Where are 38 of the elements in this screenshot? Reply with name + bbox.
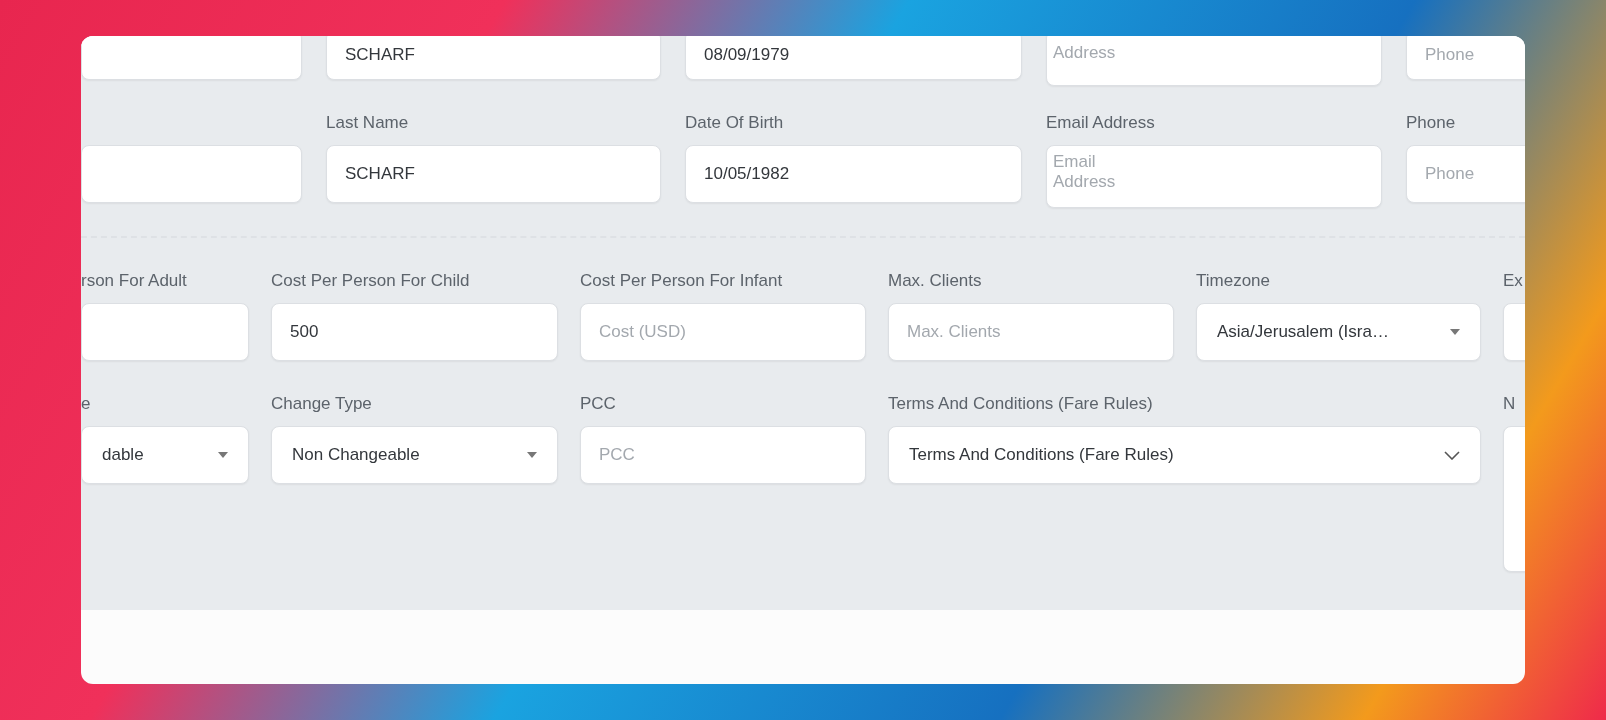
field-label: rson For Adult [81, 270, 188, 292]
chevron-icon [1444, 450, 1460, 460]
input-field[interactable]: 10/05/1982 [685, 145, 1022, 203]
field-label: Phone [1406, 112, 1457, 134]
select-field[interactable]: Asia/Jerusalem (Isra… [1196, 303, 1481, 361]
input-field[interactable]: Max. Clients [888, 303, 1174, 361]
input-field[interactable]: Email Address [1046, 145, 1382, 208]
field-label: Date Of Birth [685, 112, 785, 134]
field-label: e [81, 393, 92, 415]
input-field[interactable]: Address [1046, 36, 1382, 86]
input-field[interactable]: 08/09/1979 [685, 36, 1022, 80]
select-field[interactable]: Terms And Conditions (Fare Rules) [888, 426, 1481, 484]
select-field[interactable]: dable [81, 426, 249, 484]
field-label: N [1503, 393, 1517, 415]
caret-icon [527, 452, 537, 458]
input-field[interactable] [81, 145, 302, 203]
select-field[interactable]: Non Changeable [271, 426, 558, 484]
field-label: Email Address [1046, 112, 1156, 134]
input-field[interactable]: 500 [271, 303, 558, 361]
input-field[interactable]: Phone [1406, 36, 1525, 80]
input-field[interactable] [81, 303, 249, 361]
field-label: Cost Per Person For Infant [580, 270, 784, 292]
input-field[interactable]: SCHARF [326, 36, 661, 80]
caret-icon [1450, 329, 1460, 335]
input-field[interactable]: Cost (USD) [580, 303, 866, 361]
field-label: Last Name [326, 112, 410, 134]
field-label: PCC [580, 393, 617, 415]
field-label: Cost Per Person For Child [271, 270, 471, 292]
input-field[interactable]: Phone [1406, 145, 1525, 203]
input-field[interactable]: PCC [580, 426, 866, 484]
field-label: Change Type [271, 393, 373, 415]
field-label: Timezone [1196, 270, 1271, 292]
field-label: Terms And Conditions (Fare Rules) [888, 393, 1154, 415]
input-field[interactable]: SCHARF [326, 145, 661, 203]
input-field[interactable] [81, 36, 302, 80]
field-label: Max. Clients [888, 270, 983, 292]
caret-icon [218, 452, 228, 458]
field-label: Ex [1503, 270, 1524, 292]
